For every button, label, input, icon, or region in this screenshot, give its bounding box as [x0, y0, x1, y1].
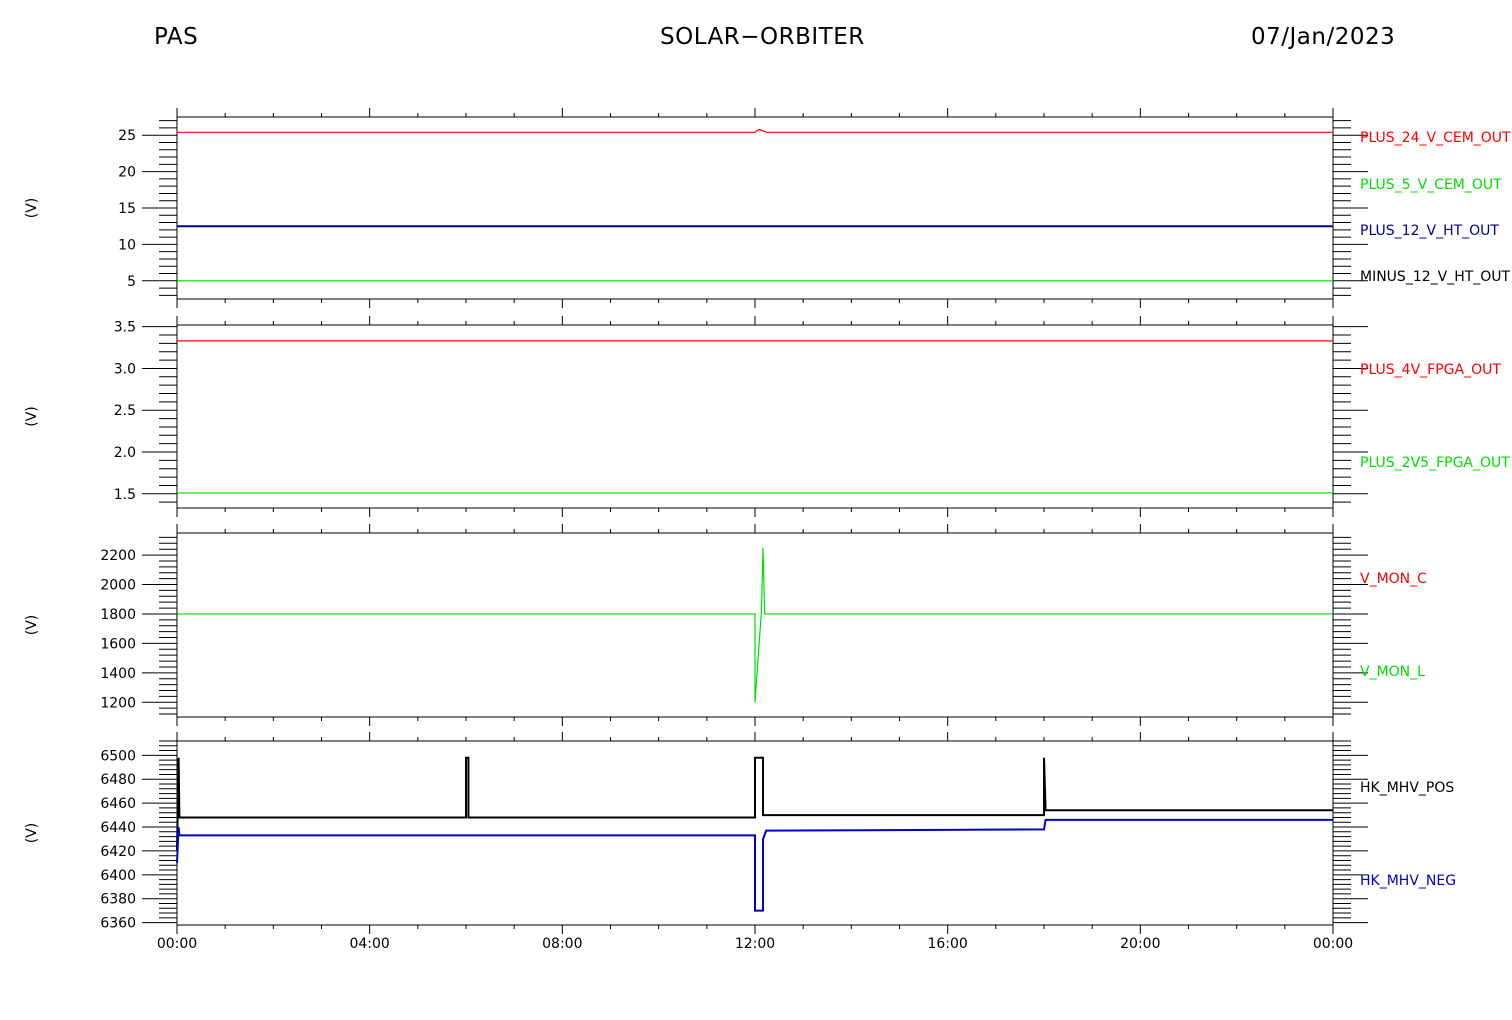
x-tick-label: 00:00: [157, 936, 197, 952]
y-tick-label: 5: [127, 274, 136, 290]
panel-1-frame: [176, 116, 1334, 300]
y-tick-label: 6420: [100, 844, 136, 860]
legend-label: PLUS_24_V_CEM_OUT: [1360, 130, 1511, 146]
y-tick-label: 1400: [100, 666, 136, 682]
y-axis-label: (V): [24, 823, 40, 844]
legend-label: V_MON_L: [1360, 664, 1425, 680]
y-axis-label: (V): [24, 198, 40, 219]
y-tick-label: 25: [118, 128, 136, 144]
y-tick-label: 20: [118, 165, 136, 181]
y-tick-label: 6360: [100, 916, 136, 932]
x-tick-label: 08:00: [542, 936, 582, 952]
legend-label: PLUS_5_V_CEM_OUT: [1360, 177, 1502, 193]
y-tick-label: 6380: [100, 892, 136, 908]
x-tick-label: 04:00: [349, 936, 389, 952]
y-tick-label: 10: [118, 237, 136, 253]
legend-label: PLUS_4V_FPGA_OUT: [1360, 362, 1501, 378]
y-tick-label: 15: [118, 201, 136, 217]
y-tick-label: 2.0: [114, 445, 136, 461]
x-tick-label: 00:00: [1313, 936, 1353, 952]
legend-label: V_MON_C: [1360, 571, 1427, 587]
y-tick-label: 6440: [100, 820, 136, 836]
y-tick-label: 6480: [100, 772, 136, 788]
panel-2-frame: [176, 324, 1334, 509]
legend-label: MINUS_12_V_HT_OUT: [1360, 269, 1511, 285]
legend-label: HK_MHV_NEG: [1360, 873, 1456, 889]
legend-label: PLUS_12_V_HT_OUT: [1360, 223, 1499, 239]
y-tick-label: 2000: [100, 578, 136, 594]
y-axis-label: (V): [24, 615, 40, 636]
y-tick-label: 6500: [100, 748, 136, 764]
y-tick-label: 1.5: [114, 487, 136, 503]
legend-label: HK_MHV_POS: [1360, 780, 1454, 796]
y-tick-label: 6400: [100, 868, 136, 884]
y-tick-label: 2200: [100, 548, 136, 564]
y-tick-label: 1200: [100, 695, 136, 711]
series-line-hk-mhv-neg: [176, 818, 1333, 912]
x-tick-label: 20:00: [1120, 936, 1160, 952]
y-tick-label: 2.5: [114, 403, 136, 419]
series-line-plus-24-v-cem-out: [177, 128, 1333, 133]
multi-panel-chart: 5 10 15 20 25 (V) PLUS_24_V_CEM_OUT PLUS_5_V_CE…: [24, 108, 1511, 952]
y-tick-label: 3.5: [114, 320, 136, 336]
series-line-v-mon-l: [177, 547, 1333, 703]
y-tick-label: 1600: [100, 636, 136, 652]
y-tick-label: 1800: [100, 607, 136, 623]
y-axis-label: (V): [24, 406, 40, 427]
y-tick-label: 6460: [100, 796, 136, 812]
y-tick-label: 3.0: [114, 361, 136, 377]
legend-label: PLUS_2V5_FPGA_OUT: [1360, 455, 1510, 471]
x-tick-label: 16:00: [927, 936, 967, 952]
x-tick-label: 12:00: [735, 936, 775, 952]
